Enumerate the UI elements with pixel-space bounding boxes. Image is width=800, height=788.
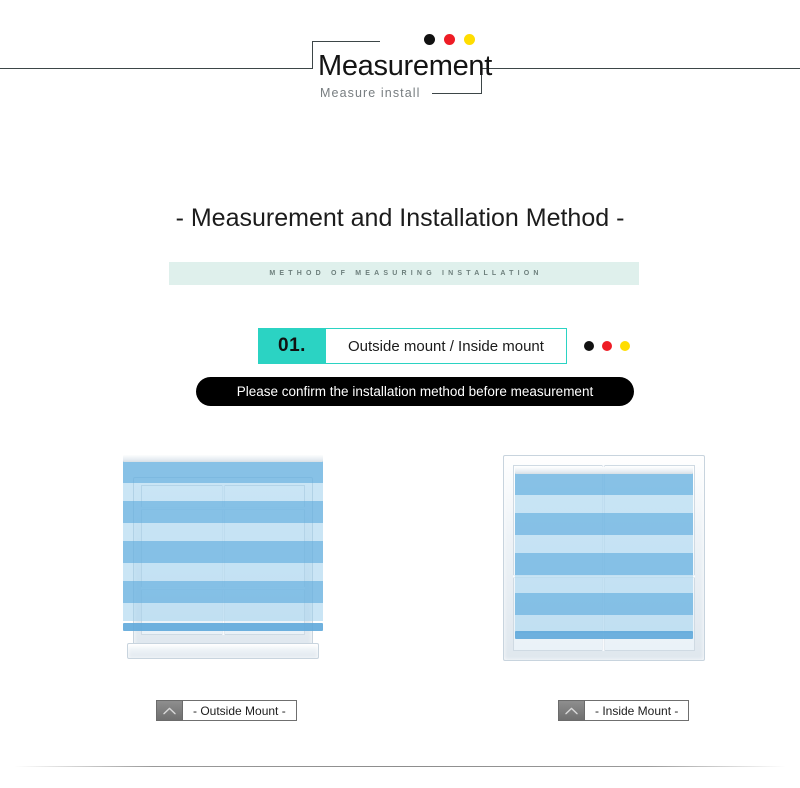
outside-mount-caption: - Outside Mount - xyxy=(156,700,297,721)
header-line-left-vertical xyxy=(312,41,313,69)
blind-band xyxy=(123,541,323,563)
header-line-right-long xyxy=(481,68,800,69)
dot-black-icon xyxy=(584,341,594,351)
zebra-blind xyxy=(515,467,693,647)
blind-bottom-rail xyxy=(123,623,323,631)
header-line-left-long xyxy=(0,68,313,69)
blind-band-light xyxy=(123,603,323,621)
zebra-blind xyxy=(123,455,323,641)
blind-band-light xyxy=(123,483,323,501)
blind-band xyxy=(515,513,693,535)
section-title: - Measurement and Installation Method - xyxy=(0,204,800,233)
blind-band xyxy=(123,501,323,523)
blind-band-light xyxy=(123,523,323,541)
inside-mount-illustration xyxy=(503,455,705,661)
blind-band xyxy=(515,553,693,575)
footer-divider xyxy=(14,766,786,767)
header-title: Measurement xyxy=(318,50,492,83)
blind-band-light xyxy=(515,575,693,593)
window-sill xyxy=(127,643,319,659)
header-line-right-short xyxy=(432,93,482,94)
step-number: 01. xyxy=(258,328,326,364)
dot-red-icon xyxy=(602,341,612,351)
notice-banner: Please confirm the installation method b… xyxy=(196,377,634,406)
section-banner-text: METHOD OF MEASURING INSTALLATION xyxy=(265,270,542,277)
dot-black-icon xyxy=(424,34,435,45)
step-badge-row: 01. Outside mount / Inside mount xyxy=(258,328,630,364)
outside-mount-caption-label: - Outside Mount - xyxy=(183,700,297,721)
blind-bottom-rail xyxy=(515,631,693,639)
step-label: Outside mount / Inside mount xyxy=(326,328,567,364)
blind-band xyxy=(123,461,323,483)
blind-band-light xyxy=(123,563,323,581)
chevron-up-icon xyxy=(558,700,585,721)
blind-headrail xyxy=(515,467,693,474)
dot-red-icon xyxy=(444,34,455,45)
chevron-up-icon xyxy=(156,700,183,721)
blind-band xyxy=(515,473,693,495)
blind-band-light xyxy=(515,495,693,513)
outside-mount-illustration xyxy=(123,455,323,661)
header-dots xyxy=(424,34,475,45)
blind-band xyxy=(515,593,693,615)
measurement-guide-page: Measurement Measure install - Measuremen… xyxy=(0,0,800,788)
header-line-left-top xyxy=(312,41,380,42)
step-dots xyxy=(584,341,630,351)
header-subtitle: Measure install xyxy=(320,86,421,100)
blind-headrail xyxy=(123,455,323,462)
inside-mount-caption-label: - Inside Mount - xyxy=(585,700,689,721)
dot-yellow-icon xyxy=(620,341,630,351)
blind-band xyxy=(123,581,323,603)
blind-band-light xyxy=(515,535,693,553)
dot-yellow-icon xyxy=(464,34,475,45)
page-header: Measurement Measure install xyxy=(0,0,800,120)
section-banner: METHOD OF MEASURING INSTALLATION xyxy=(169,262,639,285)
inside-mount-caption: - Inside Mount - xyxy=(558,700,689,721)
